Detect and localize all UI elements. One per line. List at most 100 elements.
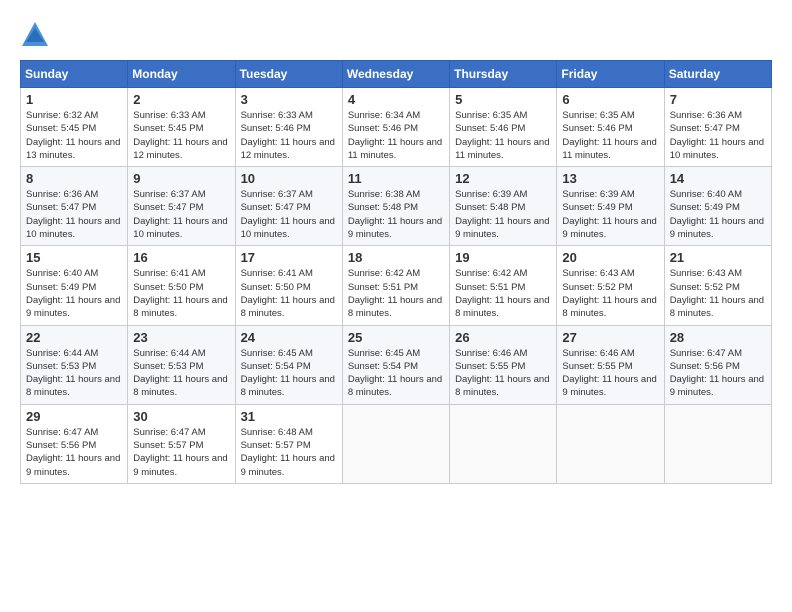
calendar-week-1: 1 Sunrise: 6:32 AMSunset: 5:45 PMDayligh… — [21, 88, 772, 167]
day-number: 9 — [133, 171, 229, 186]
day-number: 12 — [455, 171, 551, 186]
day-detail: Sunrise: 6:37 AMSunset: 5:47 PMDaylight:… — [133, 189, 227, 240]
calendar-cell — [664, 404, 771, 483]
logo — [20, 20, 54, 50]
day-number: 8 — [26, 171, 122, 186]
calendar-cell: 23 Sunrise: 6:44 AMSunset: 5:53 PMDaylig… — [128, 325, 235, 404]
calendar-cell: 22 Sunrise: 6:44 AMSunset: 5:53 PMDaylig… — [21, 325, 128, 404]
day-number: 13 — [562, 171, 658, 186]
calendar-cell — [557, 404, 664, 483]
day-detail: Sunrise: 6:43 AMSunset: 5:52 PMDaylight:… — [562, 268, 656, 319]
day-detail: Sunrise: 6:48 AMSunset: 5:57 PMDaylight:… — [241, 427, 335, 478]
day-number: 22 — [26, 330, 122, 345]
calendar-week-2: 8 Sunrise: 6:36 AMSunset: 5:47 PMDayligh… — [21, 167, 772, 246]
calendar-cell: 21 Sunrise: 6:43 AMSunset: 5:52 PMDaylig… — [664, 246, 771, 325]
day-detail: Sunrise: 6:42 AMSunset: 5:51 PMDaylight:… — [455, 268, 549, 319]
day-number: 27 — [562, 330, 658, 345]
day-detail: Sunrise: 6:43 AMSunset: 5:52 PMDaylight:… — [670, 268, 764, 319]
calendar-header-row: SundayMondayTuesdayWednesdayThursdayFrid… — [21, 61, 772, 88]
day-detail: Sunrise: 6:47 AMSunset: 5:56 PMDaylight:… — [670, 348, 764, 399]
day-number: 20 — [562, 250, 658, 265]
day-detail: Sunrise: 6:38 AMSunset: 5:48 PMDaylight:… — [348, 189, 442, 240]
calendar-week-5: 29 Sunrise: 6:47 AMSunset: 5:56 PMDaylig… — [21, 404, 772, 483]
day-detail: Sunrise: 6:41 AMSunset: 5:50 PMDaylight:… — [133, 268, 227, 319]
calendar-cell: 9 Sunrise: 6:37 AMSunset: 5:47 PMDayligh… — [128, 167, 235, 246]
day-detail: Sunrise: 6:33 AMSunset: 5:45 PMDaylight:… — [133, 110, 227, 161]
page-header — [20, 20, 772, 50]
day-number: 5 — [455, 92, 551, 107]
day-header-monday: Monday — [128, 61, 235, 88]
day-detail: Sunrise: 6:44 AMSunset: 5:53 PMDaylight:… — [133, 348, 227, 399]
logo-icon — [20, 20, 50, 50]
day-number: 26 — [455, 330, 551, 345]
day-header-tuesday: Tuesday — [235, 61, 342, 88]
calendar-cell: 15 Sunrise: 6:40 AMSunset: 5:49 PMDaylig… — [21, 246, 128, 325]
calendar-cell — [450, 404, 557, 483]
day-number: 25 — [348, 330, 444, 345]
day-number: 31 — [241, 409, 337, 424]
calendar-cell: 18 Sunrise: 6:42 AMSunset: 5:51 PMDaylig… — [342, 246, 449, 325]
day-number: 30 — [133, 409, 229, 424]
day-number: 28 — [670, 330, 766, 345]
calendar-cell: 10 Sunrise: 6:37 AMSunset: 5:47 PMDaylig… — [235, 167, 342, 246]
day-number: 23 — [133, 330, 229, 345]
calendar-cell: 13 Sunrise: 6:39 AMSunset: 5:49 PMDaylig… — [557, 167, 664, 246]
day-number: 15 — [26, 250, 122, 265]
calendar-cell: 26 Sunrise: 6:46 AMSunset: 5:55 PMDaylig… — [450, 325, 557, 404]
day-detail: Sunrise: 6:34 AMSunset: 5:46 PMDaylight:… — [348, 110, 442, 161]
calendar-cell: 24 Sunrise: 6:45 AMSunset: 5:54 PMDaylig… — [235, 325, 342, 404]
day-detail: Sunrise: 6:47 AMSunset: 5:57 PMDaylight:… — [133, 427, 227, 478]
calendar-cell — [342, 404, 449, 483]
day-header-saturday: Saturday — [664, 61, 771, 88]
day-number: 1 — [26, 92, 122, 107]
calendar-cell: 25 Sunrise: 6:45 AMSunset: 5:54 PMDaylig… — [342, 325, 449, 404]
calendar-cell: 17 Sunrise: 6:41 AMSunset: 5:50 PMDaylig… — [235, 246, 342, 325]
day-number: 24 — [241, 330, 337, 345]
calendar-week-4: 22 Sunrise: 6:44 AMSunset: 5:53 PMDaylig… — [21, 325, 772, 404]
calendar-cell: 29 Sunrise: 6:47 AMSunset: 5:56 PMDaylig… — [21, 404, 128, 483]
day-number: 4 — [348, 92, 444, 107]
day-header-sunday: Sunday — [21, 61, 128, 88]
day-detail: Sunrise: 6:37 AMSunset: 5:47 PMDaylight:… — [241, 189, 335, 240]
calendar-cell: 6 Sunrise: 6:35 AMSunset: 5:46 PMDayligh… — [557, 88, 664, 167]
calendar-table: SundayMondayTuesdayWednesdayThursdayFrid… — [20, 60, 772, 484]
day-detail: Sunrise: 6:46 AMSunset: 5:55 PMDaylight:… — [455, 348, 549, 399]
calendar-cell: 11 Sunrise: 6:38 AMSunset: 5:48 PMDaylig… — [342, 167, 449, 246]
day-detail: Sunrise: 6:35 AMSunset: 5:46 PMDaylight:… — [562, 110, 656, 161]
day-number: 29 — [26, 409, 122, 424]
calendar-cell: 30 Sunrise: 6:47 AMSunset: 5:57 PMDaylig… — [128, 404, 235, 483]
day-number: 18 — [348, 250, 444, 265]
day-number: 14 — [670, 171, 766, 186]
day-number: 2 — [133, 92, 229, 107]
day-number: 19 — [455, 250, 551, 265]
day-detail: Sunrise: 6:44 AMSunset: 5:53 PMDaylight:… — [26, 348, 120, 399]
day-number: 3 — [241, 92, 337, 107]
day-detail: Sunrise: 6:47 AMSunset: 5:56 PMDaylight:… — [26, 427, 120, 478]
calendar-cell: 27 Sunrise: 6:46 AMSunset: 5:55 PMDaylig… — [557, 325, 664, 404]
day-number: 7 — [670, 92, 766, 107]
day-number: 17 — [241, 250, 337, 265]
day-number: 21 — [670, 250, 766, 265]
day-detail: Sunrise: 6:42 AMSunset: 5:51 PMDaylight:… — [348, 268, 442, 319]
day-detail: Sunrise: 6:41 AMSunset: 5:50 PMDaylight:… — [241, 268, 335, 319]
calendar-cell: 31 Sunrise: 6:48 AMSunset: 5:57 PMDaylig… — [235, 404, 342, 483]
calendar-cell: 12 Sunrise: 6:39 AMSunset: 5:48 PMDaylig… — [450, 167, 557, 246]
day-detail: Sunrise: 6:33 AMSunset: 5:46 PMDaylight:… — [241, 110, 335, 161]
calendar-cell: 8 Sunrise: 6:36 AMSunset: 5:47 PMDayligh… — [21, 167, 128, 246]
day-detail: Sunrise: 6:36 AMSunset: 5:47 PMDaylight:… — [670, 110, 764, 161]
calendar-cell: 1 Sunrise: 6:32 AMSunset: 5:45 PMDayligh… — [21, 88, 128, 167]
day-detail: Sunrise: 6:45 AMSunset: 5:54 PMDaylight:… — [241, 348, 335, 399]
calendar-cell: 5 Sunrise: 6:35 AMSunset: 5:46 PMDayligh… — [450, 88, 557, 167]
calendar-cell: 7 Sunrise: 6:36 AMSunset: 5:47 PMDayligh… — [664, 88, 771, 167]
calendar-cell: 19 Sunrise: 6:42 AMSunset: 5:51 PMDaylig… — [450, 246, 557, 325]
calendar-cell: 16 Sunrise: 6:41 AMSunset: 5:50 PMDaylig… — [128, 246, 235, 325]
day-header-wednesday: Wednesday — [342, 61, 449, 88]
day-detail: Sunrise: 6:45 AMSunset: 5:54 PMDaylight:… — [348, 348, 442, 399]
calendar-cell: 4 Sunrise: 6:34 AMSunset: 5:46 PMDayligh… — [342, 88, 449, 167]
day-detail: Sunrise: 6:39 AMSunset: 5:49 PMDaylight:… — [562, 189, 656, 240]
day-detail: Sunrise: 6:35 AMSunset: 5:46 PMDaylight:… — [455, 110, 549, 161]
day-detail: Sunrise: 6:40 AMSunset: 5:49 PMDaylight:… — [670, 189, 764, 240]
calendar-cell: 14 Sunrise: 6:40 AMSunset: 5:49 PMDaylig… — [664, 167, 771, 246]
calendar-cell: 2 Sunrise: 6:33 AMSunset: 5:45 PMDayligh… — [128, 88, 235, 167]
calendar-cell: 28 Sunrise: 6:47 AMSunset: 5:56 PMDaylig… — [664, 325, 771, 404]
